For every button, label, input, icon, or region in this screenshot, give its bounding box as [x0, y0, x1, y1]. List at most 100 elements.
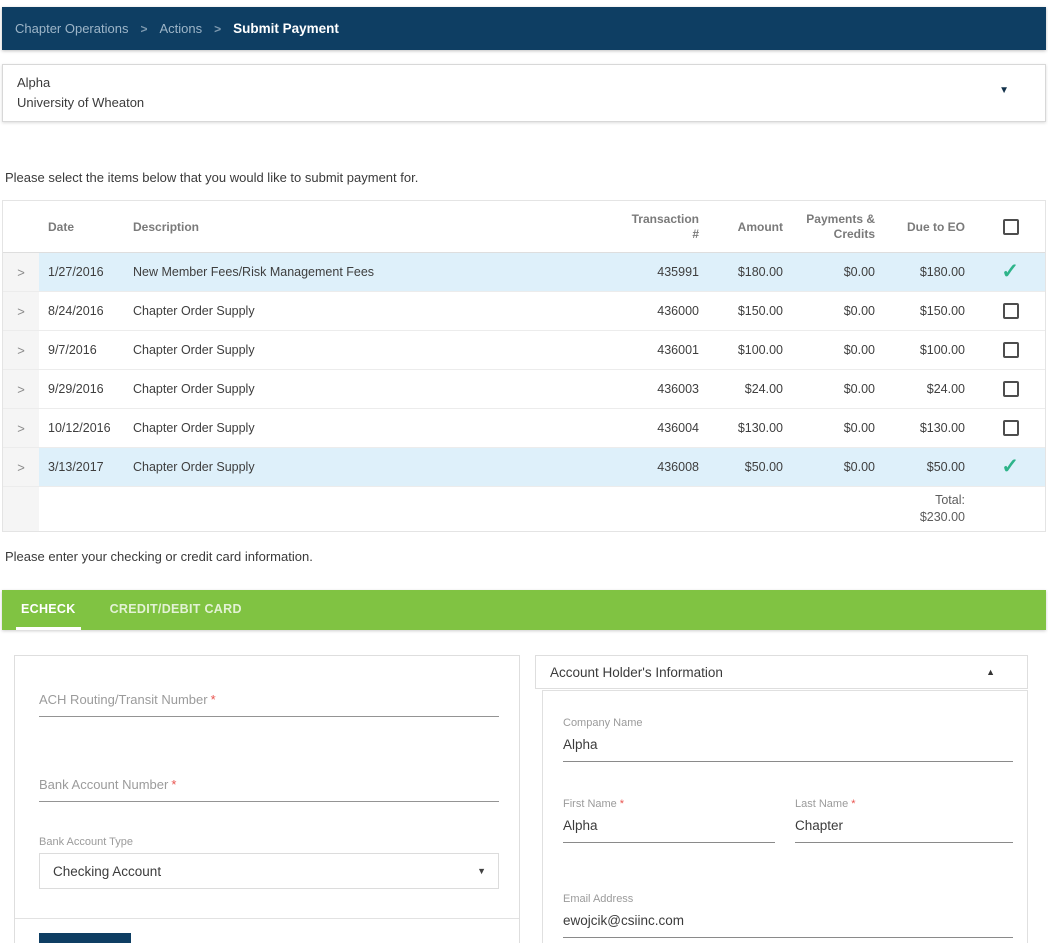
- tab-echeck[interactable]: ECHECK: [16, 590, 81, 630]
- breadcrumb-item-chapter-operations[interactable]: Chapter Operations: [15, 21, 128, 36]
- row-amount: $180.00: [699, 265, 783, 279]
- account-holder-header[interactable]: Account Holder's Information ▲: [535, 655, 1028, 689]
- row-amount: $130.00: [699, 421, 783, 435]
- row-payments: $0.00: [783, 265, 875, 279]
- row-date: 3/13/2017: [39, 460, 133, 474]
- last-name-value: Chapter: [795, 818, 1013, 843]
- table-row[interactable]: > 9/7/2016 Chapter Order Supply 436001 $…: [3, 331, 1045, 370]
- table-row[interactable]: > 3/13/2017 Chapter Order Supply 436008 …: [3, 448, 1045, 487]
- col-header-date: Date: [39, 220, 133, 234]
- row-description: Chapter Order Supply: [133, 343, 583, 357]
- payment-section: ACH Routing/Transit Number* Bank Account…: [14, 655, 1046, 943]
- select-all-checkbox[interactable]: [1003, 219, 1019, 235]
- col-header-due-to-eo: Due to EO: [875, 220, 965, 234]
- bank-account-number-label: Bank Account Number: [39, 777, 168, 792]
- invoice-table-header: Date Description Transaction # Amount Pa…: [3, 201, 1045, 253]
- required-marker: *: [211, 692, 216, 707]
- echeck-form: ACH Routing/Transit Number* Bank Account…: [14, 655, 520, 943]
- breadcrumb-current-page: Submit Payment: [233, 21, 339, 36]
- row-date: 8/24/2016: [39, 304, 133, 318]
- row-description: New Member Fees/Risk Management Fees: [133, 265, 583, 279]
- select-items-instruction: Please select the items below that you w…: [5, 170, 1048, 185]
- row-due: $50.00: [875, 460, 965, 474]
- chevron-down-icon: ▼: [477, 866, 486, 876]
- payment-method-tabs: ECHECK CREDIT/DEBIT CARD: [2, 590, 1046, 630]
- row-transaction: 436003: [583, 382, 699, 396]
- breadcrumb-item-actions[interactable]: Actions: [159, 21, 202, 36]
- col-header-transaction-line2: #: [692, 227, 699, 241]
- submit-payment-page: Chapter Operations > Actions > Submit Pa…: [0, 0, 1048, 943]
- row-transaction: 436004: [583, 421, 699, 435]
- row-amount: $150.00: [699, 304, 783, 318]
- row-payments: $0.00: [783, 304, 875, 318]
- breadcrumb: Chapter Operations > Actions > Submit Pa…: [2, 7, 1046, 50]
- table-row[interactable]: > 9/29/2016 Chapter Order Supply 436003 …: [3, 370, 1045, 409]
- first-name-field[interactable]: First Name* Alpha: [563, 798, 775, 843]
- row-date: 9/29/2016: [39, 382, 133, 396]
- account-holder-title: Account Holder's Information: [550, 665, 723, 680]
- name-row: First Name* Alpha Last Name* Chapter: [563, 798, 1013, 843]
- table-row[interactable]: > 1/27/2016 New Member Fees/Risk Managem…: [3, 253, 1045, 292]
- bank-account-number-field[interactable]: Bank Account Number*: [39, 777, 499, 802]
- row-description: Chapter Order Supply: [133, 382, 583, 396]
- email-address-label: Email Address: [563, 893, 1013, 905]
- row-checkmark-icon[interactable]: ✓: [1001, 264, 1019, 280]
- row-due: $130.00: [875, 421, 965, 435]
- submit-button[interactable]: SUBMIT: [39, 933, 131, 943]
- account-holder-panel: Company Name Alpha First Name* Alpha Las…: [542, 690, 1028, 943]
- row-checkbox[interactable]: [1003, 420, 1019, 436]
- chevron-down-icon[interactable]: ▼: [999, 85, 1009, 96]
- chevron-up-icon[interactable]: ▲: [986, 667, 995, 677]
- header-gutter: [3, 201, 39, 252]
- row-expand-icon[interactable]: >: [3, 253, 39, 291]
- bank-account-type-select[interactable]: Checking Account ▼: [39, 853, 499, 889]
- table-total-row: Total: $230.00: [3, 487, 1045, 531]
- row-due: $24.00: [875, 382, 965, 396]
- chevron-right-icon: >: [140, 22, 147, 36]
- row-expand-icon[interactable]: >: [3, 331, 39, 369]
- row-transaction: 436000: [583, 304, 699, 318]
- tab-credit-debit-card[interactable]: CREDIT/DEBIT CARD: [105, 590, 247, 630]
- email-address-field[interactable]: Email Address ewojcik@csiinc.com: [563, 893, 1013, 938]
- row-description: Chapter Order Supply: [133, 304, 583, 318]
- row-expand-icon[interactable]: >: [3, 448, 39, 486]
- row-date: 10/12/2016: [39, 421, 133, 435]
- bank-account-type-label: Bank Account Type: [39, 836, 499, 848]
- first-name-value: Alpha: [563, 818, 775, 843]
- row-due: $180.00: [875, 265, 965, 279]
- ach-routing-field[interactable]: ACH Routing/Transit Number*: [39, 692, 499, 717]
- last-name-label: Last Name: [795, 798, 848, 810]
- total-due: Total: $230.00: [875, 492, 965, 526]
- table-row[interactable]: > 8/24/2016 Chapter Order Supply 436000 …: [3, 292, 1045, 331]
- row-expand-icon[interactable]: >: [3, 370, 39, 408]
- row-checkbox[interactable]: [1003, 303, 1019, 319]
- row-payments: $0.00: [783, 382, 875, 396]
- company-name-field[interactable]: Company Name Alpha: [563, 717, 1013, 762]
- row-amount: $100.00: [699, 343, 783, 357]
- form-divider: [15, 918, 519, 919]
- row-expand-icon[interactable]: >: [3, 409, 39, 447]
- col-header-payments-line1: Payments &: [806, 212, 875, 226]
- row-checkbox[interactable]: [1003, 342, 1019, 358]
- first-name-label: First Name: [563, 798, 617, 810]
- table-row[interactable]: > 10/12/2016 Chapter Order Supply 436004…: [3, 409, 1045, 448]
- last-name-field[interactable]: Last Name* Chapter: [795, 798, 1013, 843]
- row-date: 9/7/2016: [39, 343, 133, 357]
- row-due: $150.00: [875, 304, 965, 318]
- row-expand-icon[interactable]: >: [3, 292, 39, 330]
- col-header-transaction: Transaction #: [583, 212, 699, 242]
- row-transaction: 436001: [583, 343, 699, 357]
- required-marker: *: [620, 798, 624, 810]
- row-description: Chapter Order Supply: [133, 421, 583, 435]
- row-transaction: 436008: [583, 460, 699, 474]
- invoice-table: Date Description Transaction # Amount Pa…: [2, 200, 1046, 532]
- col-header-amount: Amount: [699, 220, 783, 234]
- col-header-payments-line2: Credits: [834, 227, 875, 241]
- col-header-transaction-line1: Transaction: [632, 212, 699, 226]
- chapter-selector-dropdown[interactable]: Alpha University of Wheaton ▼: [2, 64, 1046, 122]
- row-payments: $0.00: [783, 460, 875, 474]
- row-description: Chapter Order Supply: [133, 460, 583, 474]
- row-amount: $50.00: [699, 460, 783, 474]
- row-checkbox[interactable]: [1003, 381, 1019, 397]
- row-checkmark-icon[interactable]: ✓: [1001, 459, 1019, 475]
